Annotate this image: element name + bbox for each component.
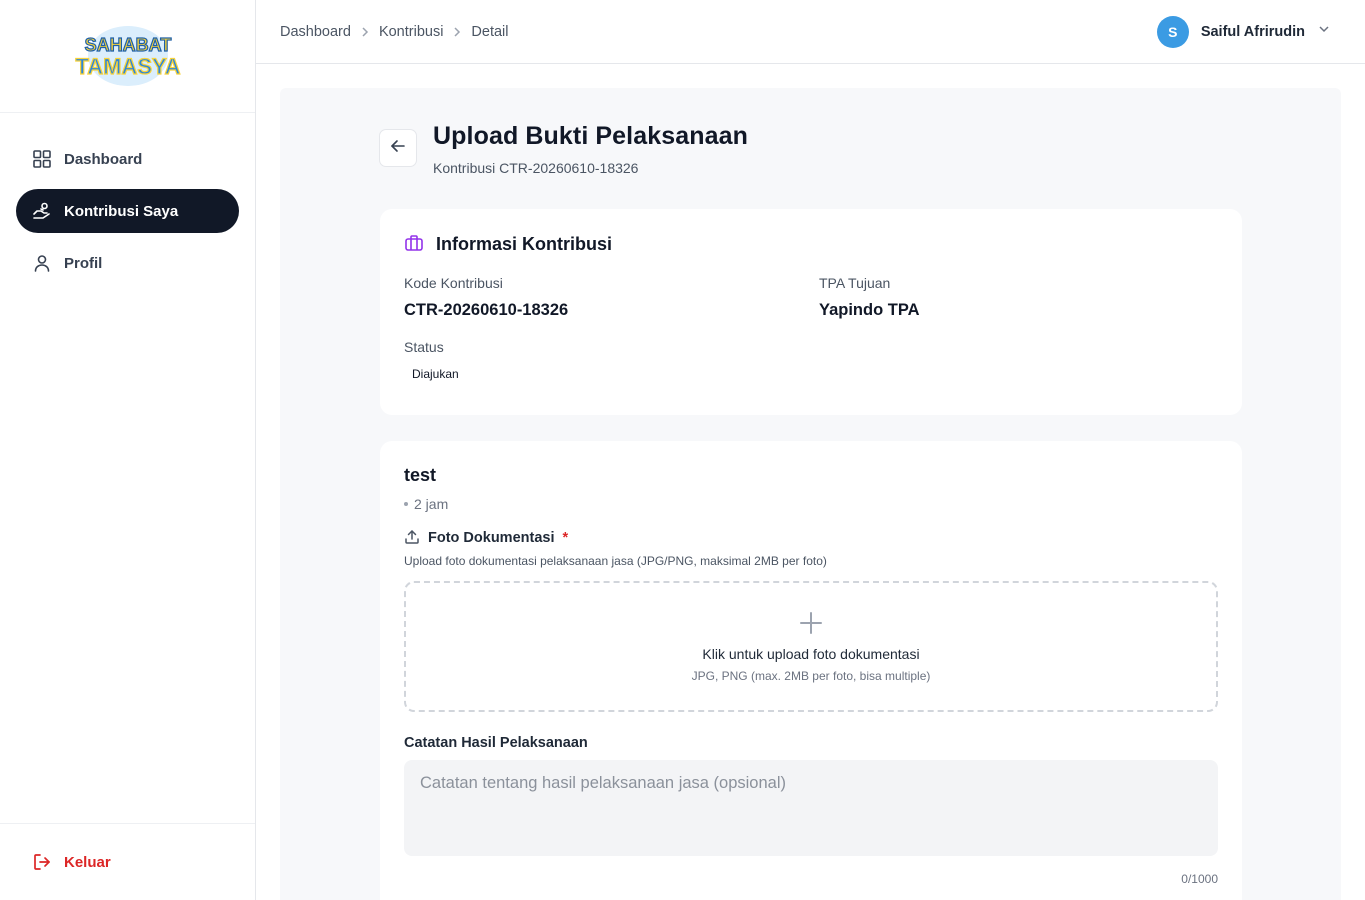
notes-textarea[interactable] <box>404 760 1218 856</box>
tpa-label: TPA Tujuan <box>819 275 891 291</box>
info-card-title-text: Informasi Kontribusi <box>436 233 613 254</box>
sidebar-item-kontribusi-saya[interactable]: Kontribusi Saya <box>16 189 239 233</box>
notes-char-counter: 0/1000 <box>1181 872 1218 886</box>
photo-dropzone[interactable]: Klik untuk upload foto dokumentasi JPG, … <box>404 581 1218 712</box>
dropzone-text: Klik untuk upload foto dokumentasi <box>702 646 920 662</box>
tpa-tujuan-field: TPA Tujuan Yapindo TPA <box>819 275 920 320</box>
plus-icon <box>798 610 824 636</box>
chevron-right-icon <box>359 26 371 38</box>
sidebar-item-label: Kontribusi Saya <box>64 202 179 220</box>
service-title: test <box>404 465 437 485</box>
photo-field-label: Foto Dokumentasi * <box>404 529 1218 547</box>
sidebar-item-profil[interactable]: Profil <box>16 241 239 285</box>
service-time-text: 2 jam <box>414 496 449 512</box>
sidebar-nav: Dashboard Kontribusi Saya Profil <box>0 113 255 317</box>
briefcase-icon <box>404 233 426 255</box>
photo-label-text: Foto Dokumentasi <box>428 530 555 546</box>
logo-area: SAHABAT TAMASYA <box>0 0 255 113</box>
dot-icon <box>404 502 408 506</box>
user-menu[interactable]: S Saiful Afrirudin <box>1156 15 1331 48</box>
info-card-title: Informasi Kontribusi <box>404 233 1218 255</box>
user-name: Saiful Afrirudin <box>1200 23 1305 40</box>
breadcrumb-kontribusi[interactable]: Kontribusi <box>379 24 443 40</box>
main-content: Upload Bukti Pelaksanaan Kontribusi CTR-… <box>280 88 1341 900</box>
status-field: Status Diajukan <box>404 339 467 385</box>
notes-label: Catatan Hasil Pelaksanaan <box>404 735 588 751</box>
user-icon <box>32 253 52 273</box>
kode-kontribusi-field: Kode Kontribusi CTR-20260610-18326 <box>404 275 568 320</box>
dropzone-hint: JPG, PNG (max. 2MB per foto, bisa multip… <box>691 669 931 683</box>
breadcrumb-detail: Detail <box>471 23 509 40</box>
sidebar: SAHABAT TAMASYA Dashboard Kontribusi Say… <box>0 0 256 900</box>
hand-coins-icon <box>32 201 52 221</box>
arrow-left-icon <box>390 138 406 159</box>
status-badge: Diajukan <box>412 367 459 381</box>
upload-icon <box>404 529 422 547</box>
required-mark: * <box>562 530 569 546</box>
sidebar-item-label: Profil <box>64 254 103 272</box>
tpa-value: Yapindo TPA <box>819 301 920 319</box>
brand-logo[interactable]: SAHABAT TAMASYA <box>63 22 193 90</box>
page-title: Upload Bukti Pelaksanaan <box>433 122 748 150</box>
logo-text-line2: TAMASYA <box>75 54 180 79</box>
chevron-right-icon <box>451 26 463 38</box>
sidebar-item-dashboard[interactable]: Dashboard <box>16 137 239 181</box>
kode-label: Kode Kontribusi <box>404 275 503 291</box>
kode-value: CTR-20260610-18326 <box>404 301 569 319</box>
breadcrumb-dashboard[interactable]: Dashboard <box>280 24 351 40</box>
back-button[interactable] <box>379 129 417 167</box>
chevron-down-icon <box>1317 22 1331 41</box>
logout-button[interactable]: Keluar <box>16 852 111 872</box>
sidebar-item-label: Dashboard <box>64 150 143 168</box>
info-card: Informasi Kontribusi Kode Kontribusi CTR… <box>380 209 1242 415</box>
service-time: 2 jam <box>404 496 1218 512</box>
page-subtitle: Kontribusi CTR-20260610-18326 <box>433 160 639 176</box>
avatar: S <box>1156 15 1189 48</box>
logo-text-line1: SAHABAT <box>84 35 171 55</box>
photo-help-text: Upload foto dokumentasi pelaksanaan jasa… <box>404 554 827 568</box>
upload-card: test 2 jam Foto Dokumentasi * Upload fot… <box>380 441 1242 900</box>
breadcrumb: Dashboard Kontribusi Detail <box>280 24 509 40</box>
logout-icon <box>32 852 52 872</box>
logout-label: Keluar <box>64 853 111 871</box>
topbar: Dashboard Kontribusi Detail S Saiful Afr… <box>256 0 1365 64</box>
grid-icon <box>32 149 52 169</box>
sidebar-footer: Keluar <box>0 823 255 900</box>
page-header: Upload Bukti Pelaksanaan Kontribusi CTR-… <box>379 122 748 176</box>
status-label: Status <box>404 339 444 355</box>
